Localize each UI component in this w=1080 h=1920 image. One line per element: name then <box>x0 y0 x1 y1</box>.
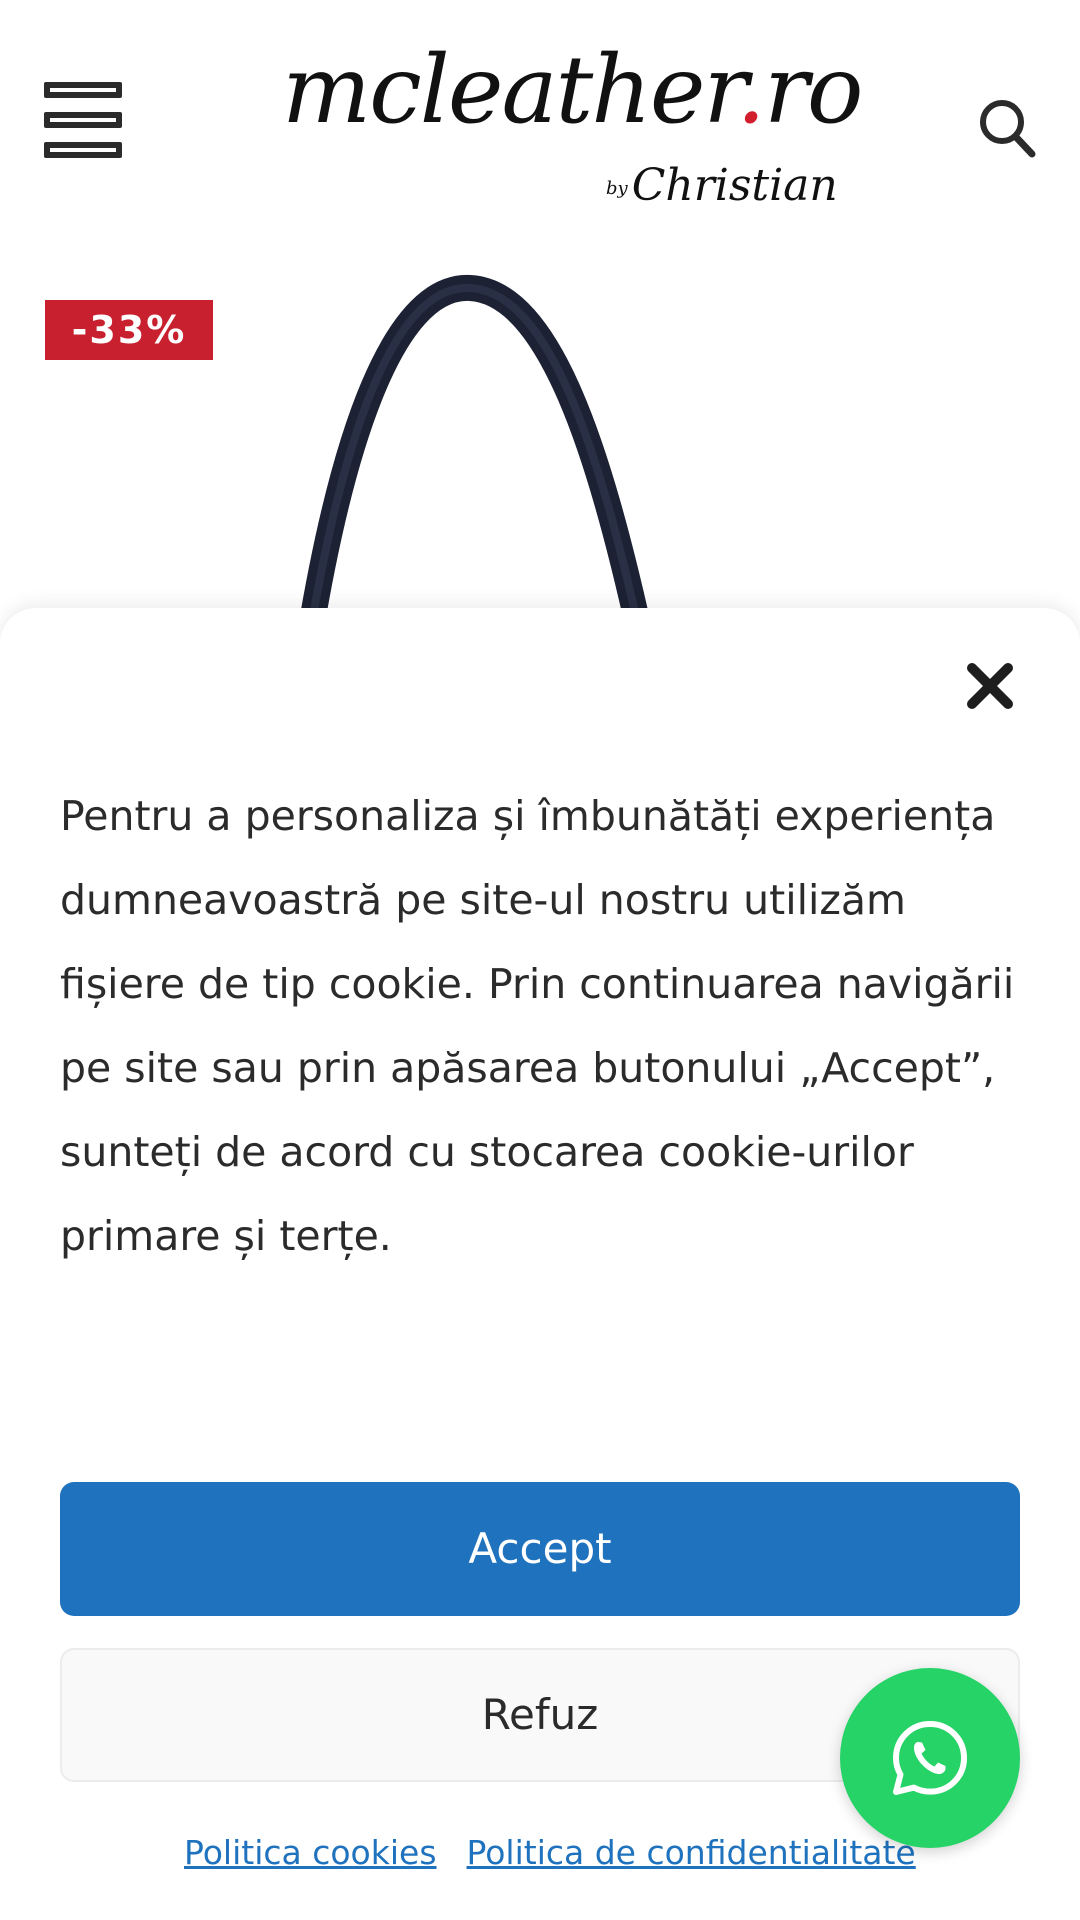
whatsapp-button[interactable] <box>840 1668 1020 1848</box>
hamburger-menu-icon[interactable] <box>44 82 122 158</box>
product-preview: -33% <box>0 230 1080 647</box>
search-icon[interactable] <box>978 98 1036 158</box>
site-logo[interactable]: mcleather.ro byChristian <box>276 26 863 216</box>
close-icon[interactable] <box>964 660 1016 712</box>
site-header: mcleather.ro byChristian <box>0 0 1080 230</box>
cookie-policy-link[interactable]: Politica cookies <box>184 1833 437 1872</box>
accept-button[interactable]: Accept <box>60 1482 1020 1616</box>
logo-wordmark: mcleather.ro <box>282 36 863 145</box>
whatsapp-icon <box>893 1721 967 1795</box>
page: mcleather.ro byChristian -33% Pentru a p… <box>0 0 1080 1920</box>
policy-links: Politica cookies Politica de confidential… <box>184 1828 916 1878</box>
discount-badge: -33% <box>45 300 213 360</box>
logo-red-dot: . <box>736 36 766 145</box>
cookie-message: Pentru a personaliza și îmbunătăți exper… <box>60 792 1015 1260</box>
logo-signature: byChristian <box>606 160 838 211</box>
privacy-policy-link[interactable]: Politica de confidentialitate <box>467 1833 916 1872</box>
